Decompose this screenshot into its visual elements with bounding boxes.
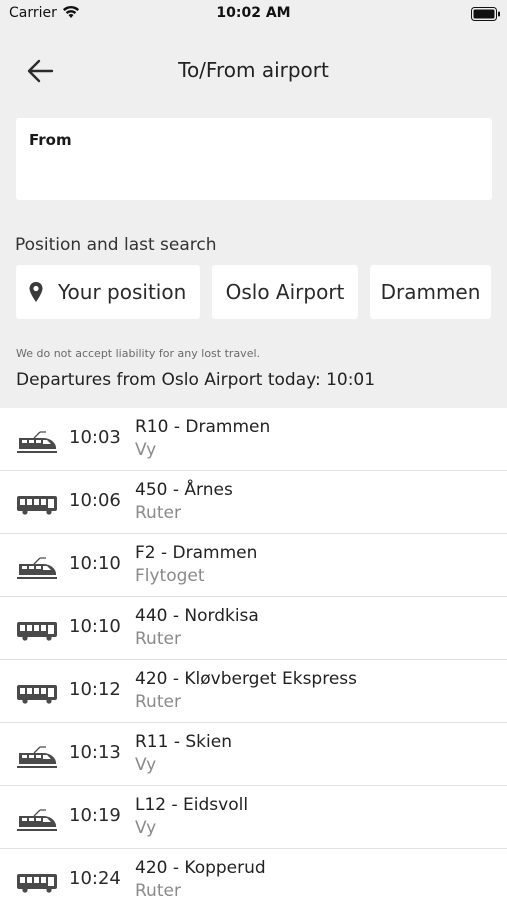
departure-row[interactable]: 10:03 R10 - Drammen Vy: [0, 408, 507, 471]
departure-time: 10:10: [69, 616, 121, 637]
bus-icon: [16, 867, 58, 895]
train-icon: [16, 426, 58, 454]
departure-time: 10:19: [69, 805, 121, 826]
departures-heading: Departures from Oslo Airport today: 10:0…: [16, 370, 376, 390]
your-position-button[interactable]: Your position: [16, 265, 200, 319]
position-heading: Position and last search: [15, 235, 217, 255]
departure-operator: Vy: [135, 755, 157, 775]
from-field[interactable]: From: [16, 118, 492, 200]
departure-time: 10:24: [69, 868, 121, 889]
departure-operator: Flytoget: [135, 566, 205, 586]
train-icon: [16, 741, 58, 769]
departure-row[interactable]: 10:10 F2 - Drammen Flytoget: [0, 534, 507, 597]
oslo-airport-button[interactable]: Oslo Airport: [212, 265, 358, 319]
departure-route: 450 - Årnes: [135, 480, 233, 500]
departure-route: R11 - Skien: [135, 732, 232, 752]
departure-operator: Ruter: [135, 629, 181, 649]
departure-time: 10:10: [69, 553, 121, 574]
departure-time: 10:12: [69, 679, 121, 700]
departure-row[interactable]: 10:06 450 - Årnes Ruter: [0, 471, 507, 534]
departure-route: 420 - Kopperud: [135, 858, 266, 878]
departure-row[interactable]: 10:10 440 - Nordkisa Ruter: [0, 597, 507, 660]
departure-route: F2 - Drammen: [135, 543, 258, 563]
departure-row[interactable]: 10:12 420 - Kløvberget Ekspress Ruter: [0, 660, 507, 723]
train-icon: [16, 552, 58, 580]
drammen-label: Drammen: [380, 280, 481, 304]
oslo-airport-label: Oslo Airport: [225, 280, 345, 304]
status-time: 10:02 AM: [216, 5, 291, 21]
departure-operator: Vy: [135, 818, 157, 838]
departure-row[interactable]: 10:13 R11 - Skien Vy: [0, 723, 507, 786]
page-title: To/From airport: [178, 58, 329, 82]
departure-route: L12 - Eidsvoll: [135, 795, 249, 815]
departure-operator: Vy: [135, 440, 157, 460]
departure-time: 10:13: [69, 742, 121, 763]
departure-route: R10 - Drammen: [135, 417, 271, 437]
departures-list: 10:03 R10 - Drammen Vy 10:06 450 - Årnes Rute…: [0, 408, 507, 912]
departure-row[interactable]: 10:19 L12 - Eidsvoll Vy: [0, 786, 507, 849]
departure-row[interactable]: 10:24 420 - Kopperud Ruter: [0, 849, 507, 912]
departure-route: 420 - Kløvberget Ekspress: [135, 669, 358, 689]
departure-operator: Ruter: [135, 503, 181, 523]
departure-time: 10:06: [69, 490, 121, 511]
status-bar: Carrier 10:02 AM: [0, 0, 507, 30]
your-position-label: Your position: [58, 280, 187, 304]
bus-icon: [16, 678, 58, 706]
from-label: From: [29, 131, 72, 149]
top-section: Carrier 10:02 AM To/From airport From Po…: [0, 0, 507, 408]
departure-time: 10:03: [69, 427, 121, 448]
disclaimer-text: We do not accept liability for any lost …: [16, 347, 261, 360]
train-icon: [16, 804, 58, 832]
departure-route: 440 - Nordkisa: [135, 606, 259, 626]
drammen-button[interactable]: Drammen: [370, 265, 491, 319]
location-pin-icon: [29, 282, 43, 302]
battery-icon: [471, 7, 500, 21]
departure-operator: Ruter: [135, 881, 181, 901]
departure-operator: Ruter: [135, 692, 181, 712]
bus-icon: [16, 489, 58, 517]
bus-icon: [16, 615, 58, 643]
